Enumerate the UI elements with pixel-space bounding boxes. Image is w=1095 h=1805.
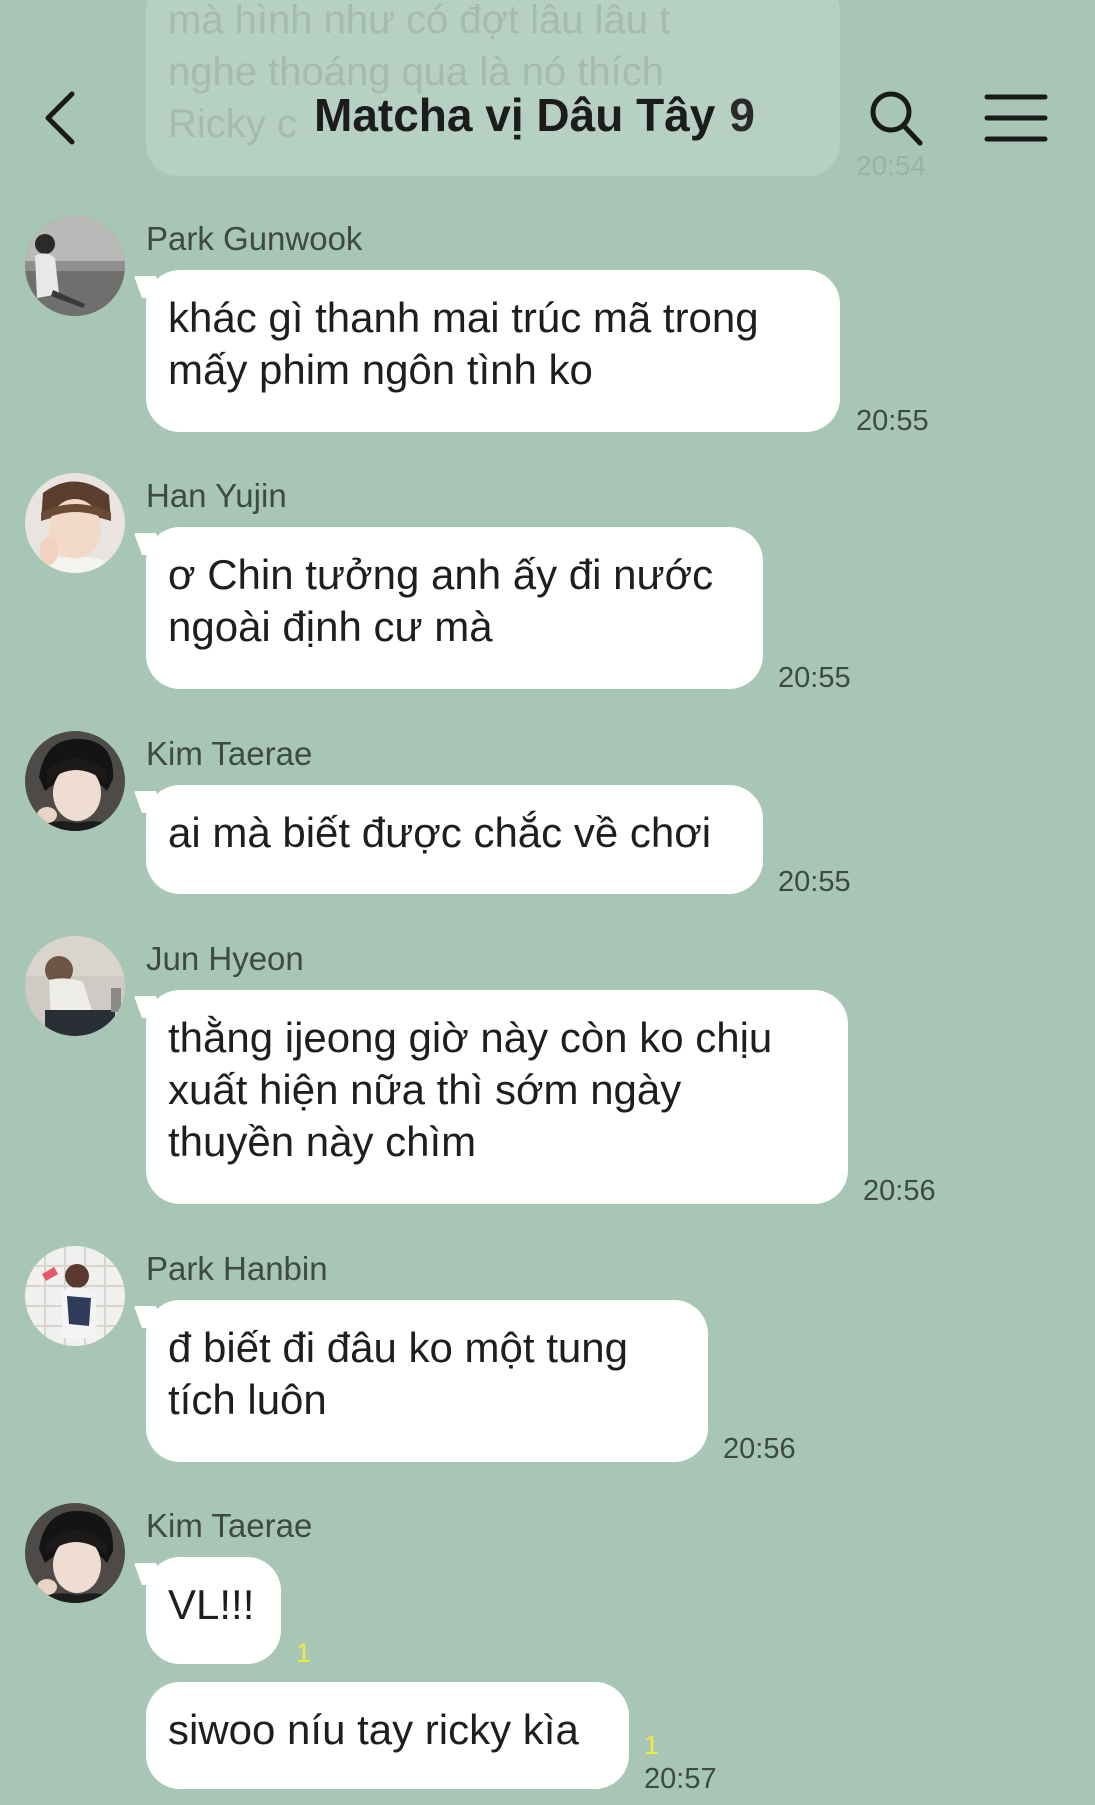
avatar-image bbox=[25, 1246, 125, 1346]
message-time: 20:55 bbox=[778, 662, 851, 694]
message-time: 20:55 bbox=[856, 405, 929, 437]
message-time: 20:57 bbox=[644, 1763, 717, 1795]
sender-name: Kim Taerae bbox=[146, 1507, 313, 1544]
message-bubble[interactable]: VL!!! bbox=[146, 1557, 281, 1664]
message-text: tích luôn bbox=[168, 1376, 327, 1423]
message-text: ngoài định cư mà bbox=[168, 603, 493, 650]
message-text: xuất hiện nữa thì sớm ngày bbox=[168, 1066, 682, 1113]
message-bubble[interactable]: khác gì thanh mai trúc mã trong mấy phim… bbox=[146, 270, 840, 432]
avatar-image bbox=[25, 731, 125, 831]
message-time: 20:55 bbox=[778, 866, 851, 898]
chat-name: Matcha vị Dâu Tây bbox=[314, 89, 716, 141]
message-bubble[interactable]: ơ Chin tưởng anh ấy đi nước ngoài định c… bbox=[146, 527, 763, 689]
message-text: đ biết đi đâu ko một tung bbox=[168, 1324, 628, 1371]
message-text: ai mà biết được chắc về chơi bbox=[168, 809, 712, 856]
message-text: siwoo níu tay ricky kìa bbox=[168, 1706, 579, 1753]
search-button[interactable] bbox=[868, 88, 924, 148]
message-time: 20:56 bbox=[863, 1175, 936, 1207]
chevron-left-icon bbox=[45, 91, 75, 145]
message-text: thằng ijeong giờ này còn ko chịu bbox=[168, 1014, 773, 1061]
message-time: 20:56 bbox=[723, 1433, 796, 1465]
message-text: ơ Chin tưởng anh ấy đi nước bbox=[168, 551, 714, 598]
member-count: 9 bbox=[729, 89, 755, 141]
sender-name: Park Hanbin bbox=[146, 1250, 328, 1287]
avatar[interactable] bbox=[25, 1503, 125, 1603]
chat-header: Matcha vị Dâu Tây 9 bbox=[0, 0, 1095, 240]
sender-name: Jun Hyeon bbox=[146, 940, 304, 977]
search-icon bbox=[870, 91, 923, 146]
unread-count: 1 bbox=[644, 1730, 660, 1760]
avatar[interactable] bbox=[25, 936, 125, 1036]
message-bubble[interactable]: thằng ijeong giờ này còn ko chịu xuất hi… bbox=[146, 990, 848, 1204]
sender-name: Kim Taerae bbox=[146, 735, 313, 772]
avatar[interactable] bbox=[25, 473, 125, 573]
avatar[interactable] bbox=[25, 731, 125, 831]
menu-button[interactable] bbox=[984, 92, 1048, 144]
unread-count: 1 bbox=[296, 1638, 312, 1668]
message-text: VL!!! bbox=[168, 1581, 255, 1628]
avatar[interactable] bbox=[25, 1246, 125, 1346]
sender-name: Han Yujin bbox=[146, 477, 287, 514]
back-button[interactable] bbox=[40, 88, 80, 148]
message-text: mấy phim ngôn tình ko bbox=[168, 346, 593, 393]
chat-title: Matcha vị Dâu Tây 9 bbox=[314, 88, 755, 142]
message-text: khác gì thanh mai trúc mã trong bbox=[168, 294, 759, 341]
menu-icon bbox=[984, 94, 1048, 142]
message-bubble[interactable]: siwoo níu tay ricky kìa bbox=[146, 1682, 629, 1789]
avatar-image bbox=[25, 473, 125, 573]
avatar-image bbox=[25, 1503, 125, 1603]
message-bubble[interactable]: ai mà biết được chắc về chơi bbox=[146, 785, 763, 894]
message-text: thuyền này chìm bbox=[168, 1118, 477, 1165]
avatar-image bbox=[25, 936, 125, 1036]
message-bubble[interactable]: đ biết đi đâu ko một tung tích luôn bbox=[146, 1300, 708, 1462]
